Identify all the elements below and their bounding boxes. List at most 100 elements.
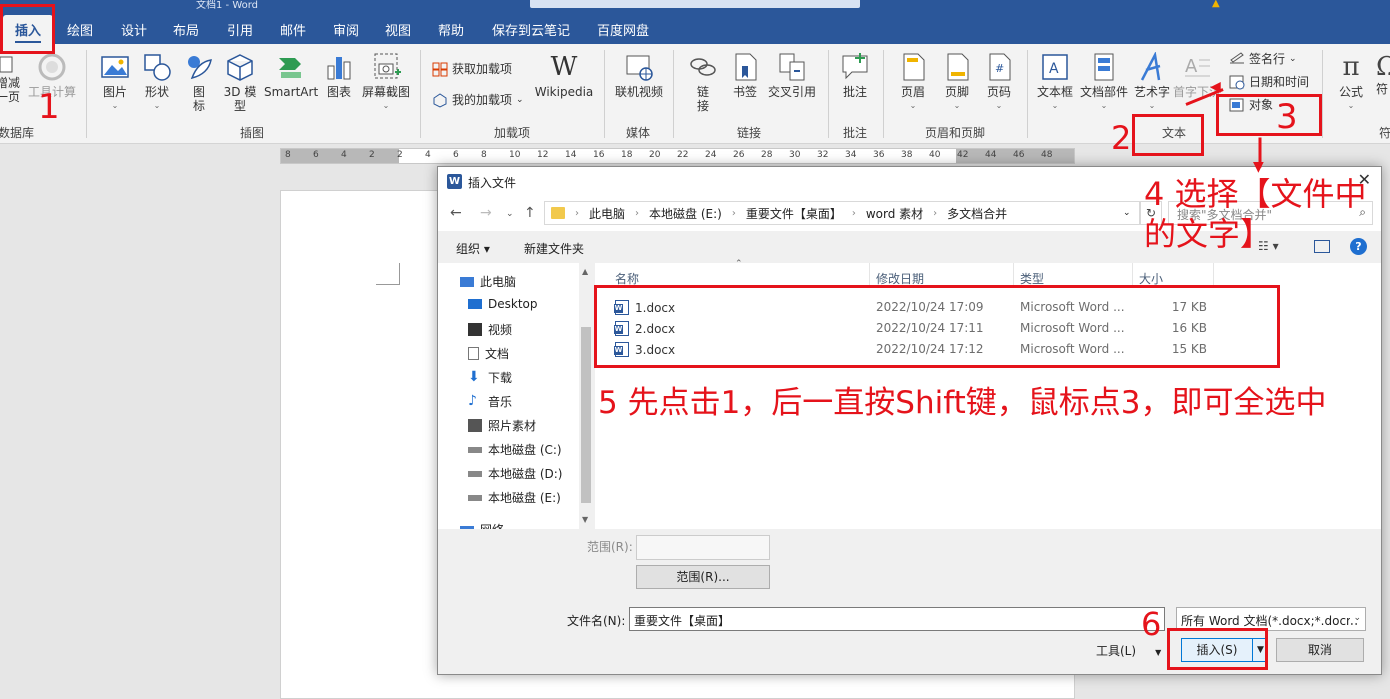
breadcrumb-drive-e[interactable]: 本地磁盘 (E:) xyxy=(649,205,722,222)
nav-item-downloads[interactable]: ⬇ 下载 xyxy=(468,369,512,386)
tab-review[interactable]: 审阅 xyxy=(333,20,359,39)
tab-help[interactable]: 帮助 xyxy=(438,20,464,39)
title-bar: 文档1 - Word ▲ xyxy=(0,0,1390,12)
nav-item-photos[interactable]: 照片素材 xyxy=(468,417,536,434)
nav-item-videos[interactable]: 视频 xyxy=(468,321,512,338)
tab-view[interactable]: 视图 xyxy=(385,20,411,39)
textbox-button[interactable]: A 文本框 ⌄ xyxy=(1034,52,1076,113)
nav-item-network[interactable]: 网络 xyxy=(460,521,504,529)
nav-item-drive-e[interactable]: 本地磁盘 (E:) xyxy=(468,489,561,506)
range-input[interactable] xyxy=(636,535,770,560)
nav-item-documents[interactable]: 文档 xyxy=(468,345,509,362)
my-addins-button[interactable]: 我的加载项 ⌄ xyxy=(432,91,524,108)
breadcrumb-separator: › xyxy=(933,207,938,219)
group-separator xyxy=(828,50,829,138)
tab-draw[interactable]: 绘图 xyxy=(67,20,93,39)
add-remove-page-button[interactable]: 增减 一页 xyxy=(0,56,22,104)
breadcrumb-important-files[interactable]: 重要文件【桌面】 xyxy=(746,205,842,222)
annotation-box-insert-tab xyxy=(0,4,55,54)
wikipedia-button[interactable]: W Wikipedia xyxy=(532,52,596,99)
annotation-box-object xyxy=(1216,94,1322,136)
header-button[interactable]: 页眉 ⌄ xyxy=(896,52,930,113)
organize-button[interactable]: 组织 ▾ xyxy=(456,240,490,257)
comment-button[interactable]: 批注 xyxy=(836,52,874,99)
group-separator xyxy=(86,50,87,138)
word-icon: W xyxy=(447,174,462,189)
nav-label: 文档 xyxy=(485,347,510,361)
preview-pane-icon[interactable] xyxy=(1314,240,1330,253)
forward-arrow-icon[interactable]: → xyxy=(480,205,492,221)
tab-cloud-notes[interactable]: 保存到云笔记 xyxy=(492,20,570,39)
warning-icon[interactable]: ▲ xyxy=(1212,0,1224,9)
group-separator xyxy=(1027,50,1028,138)
breadcrumb-this-pc[interactable]: 此电脑 xyxy=(589,205,625,222)
scrollbar-thumb[interactable] xyxy=(581,327,591,503)
pi-icon: π xyxy=(1342,52,1360,82)
3d-model-button[interactable]: 3D 模 型 xyxy=(222,52,258,113)
back-arrow-icon[interactable]: ← xyxy=(450,205,462,221)
nav-item-drive-c[interactable]: 本地磁盘 (C:) xyxy=(468,441,562,458)
svg-text:#: # xyxy=(995,62,1004,75)
signature-line-button[interactable]: 签名行 ⌄ xyxy=(1229,50,1297,67)
filename-input[interactable]: 重要文件【桌面】 xyxy=(629,607,1165,631)
symbol-button[interactable]: Ω 符 xyxy=(1376,52,1390,96)
new-folder-button[interactable]: 新建文件夹 xyxy=(524,240,584,257)
ribbon-tab-row: 插入 绘图 设计 布局 引用 邮件 审阅 视图 帮助 保存到云笔记 百度网盘 xyxy=(0,12,1390,45)
get-addins-button[interactable]: 获取加载项 xyxy=(432,60,512,77)
annotation-step-3: 3 xyxy=(1276,97,1298,137)
horizontal-ruler[interactable]: 8 6 4 2 2 4 6 8 10 12 14 16 18 20 22 24 26 28 30 32 34 36 38 40… xyxy=(280,148,1075,164)
wordart-button[interactable]: 艺术字 ⌄ xyxy=(1132,52,1172,113)
title-search-box[interactable] xyxy=(530,0,860,8)
nav-item-this-pc[interactable]: 此电脑 xyxy=(460,273,516,290)
nav-scrollbar[interactable]: ▲ ▼ xyxy=(579,263,593,529)
nav-label: 本地磁盘 (D:) xyxy=(488,467,563,481)
nav-label: 此电脑 xyxy=(480,275,517,289)
ruler-tick: 42 xyxy=(957,150,969,160)
tab-baidu-netdisk[interactable]: 百度网盘 xyxy=(597,20,649,39)
calendar-icon xyxy=(1229,75,1245,89)
scroll-up-icon[interactable]: ▲ xyxy=(582,267,588,276)
tab-mailings[interactable]: 邮件 xyxy=(280,20,306,39)
shapes-button[interactable]: 形状 ⌄ xyxy=(140,52,174,113)
icons-button[interactable]: 图 标 xyxy=(184,52,214,113)
drive-icon xyxy=(468,446,482,453)
quick-parts-button[interactable]: 文档部件 ⌄ xyxy=(1078,52,1130,113)
nav-item-desktop[interactable]: Desktop xyxy=(468,297,538,311)
address-bar[interactable]: › 此电脑 › 本地磁盘 (E:) › 重要文件【桌面】 › word 素材 ›… xyxy=(544,201,1140,225)
ruler-tick: 4 xyxy=(341,150,347,160)
picture-icon xyxy=(101,56,129,78)
smartart-button[interactable]: SmartArt xyxy=(264,52,318,99)
ruler-tick: 20 xyxy=(649,150,661,160)
breadcrumb-merge-docs[interactable]: 多文档合并 xyxy=(947,205,1007,222)
scroll-down-icon[interactable]: ▼ xyxy=(582,515,588,524)
address-dropdown-icon[interactable]: ⌄ xyxy=(1123,208,1131,218)
cancel-button[interactable]: 取消 xyxy=(1276,638,1364,662)
addin-icon xyxy=(433,92,447,108)
date-time-button[interactable]: 日期和时间 xyxy=(1229,73,1309,90)
up-arrow-icon[interactable]: ↑ xyxy=(524,205,536,221)
range-button[interactable]: 范围(R)... xyxy=(636,565,770,589)
footer-button[interactable]: 页脚 ⌄ xyxy=(940,52,974,113)
page-number-button[interactable]: # 页码 ⌄ xyxy=(982,52,1016,113)
help-icon[interactable]: ? xyxy=(1350,238,1367,255)
nav-item-drive-d[interactable]: 本地磁盘 (D:) xyxy=(468,465,562,482)
screenshot-button[interactable]: 屏幕截图 ⌄ xyxy=(360,52,412,113)
link-button[interactable]: 链 接 xyxy=(686,52,720,113)
equation-button[interactable]: π 公式 ⌄ xyxy=(1333,52,1369,113)
breadcrumb-word-material[interactable]: word 素材 xyxy=(866,205,923,222)
chart-button[interactable]: 图表 xyxy=(324,52,354,99)
recent-locations-icon[interactable]: ⌄ xyxy=(506,209,514,219)
online-video-button[interactable]: 联机视频 xyxy=(613,52,665,99)
group-separator xyxy=(1322,50,1323,138)
tab-references[interactable]: 引用 xyxy=(227,20,253,39)
wikipedia-label: Wikipedia xyxy=(534,85,594,99)
tab-design[interactable]: 设计 xyxy=(121,20,147,39)
header-icon xyxy=(903,53,925,81)
bookmark-button[interactable]: 书签 xyxy=(728,52,762,99)
tools-button[interactable]: 工具(L) ▼ xyxy=(1096,642,1161,659)
picture-button[interactable]: 图片 ⌄ xyxy=(98,52,132,113)
tab-layout[interactable]: 布局 xyxy=(173,20,199,39)
column-separator xyxy=(1213,263,1214,287)
cross-reference-button[interactable]: 交叉引用 xyxy=(765,52,819,99)
nav-item-music[interactable]: ♪ 音乐 xyxy=(468,393,512,410)
